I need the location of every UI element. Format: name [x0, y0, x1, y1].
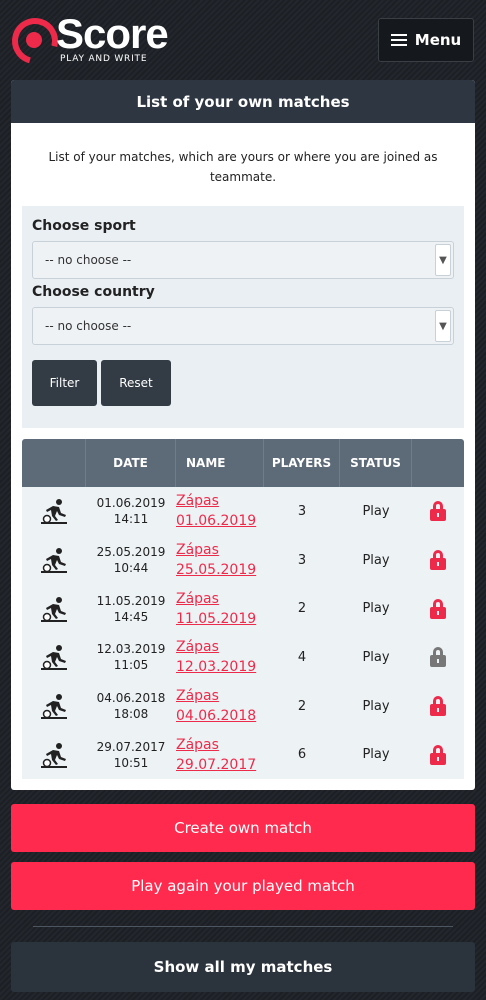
- row-name[interactable]: Zápas 04.06.2018: [176, 686, 264, 726]
- logo-word: Score: [56, 10, 169, 57]
- row-date: 12.03.2019 11:05: [86, 641, 176, 673]
- show-all-button[interactable]: Show all my matches: [11, 942, 475, 992]
- row-status: Play: [362, 649, 390, 665]
- row-date-time: 10:44: [113, 561, 149, 576]
- sport-player-icon: [22, 498, 86, 525]
- row-status: Play: [362, 698, 390, 714]
- card-title: List of your own matches: [11, 80, 475, 123]
- row-date-day: 25.05.2019: [96, 545, 166, 560]
- table-body: 01.06.2019 14:11 Zápas 01.06.2019 3 Play 25.05…: [22, 487, 464, 780]
- table-row[interactable]: 29.07.2017 10:51 Zápas 29.07.2017 6 Play: [22, 730, 464, 779]
- row-date-time: 14:45: [113, 609, 149, 624]
- row-name[interactable]: Zápas 12.03.2019: [176, 637, 264, 677]
- header: Score PLAY AND WRITE Menu: [0, 0, 486, 80]
- row-date-day: 29.07.2017: [96, 739, 166, 754]
- lock-icon[interactable]: [412, 501, 464, 522]
- country-select[interactable]: -- no choose -- ▼: [32, 307, 454, 345]
- table-row[interactable]: 11.05.2019 14:45 Zápas 11.05.2019 2 Play: [22, 584, 464, 633]
- row-name-link[interactable]: Zápas 01.06.2019: [176, 491, 256, 531]
- row-date-day: 11.05.2019: [96, 593, 166, 608]
- lock-icon[interactable]: [412, 696, 464, 717]
- row-name[interactable]: Zápas 29.07.2017: [176, 735, 264, 775]
- lock-icon[interactable]: [412, 647, 464, 668]
- logo[interactable]: Score PLAY AND WRITE: [3, 9, 202, 73]
- lock-icon[interactable]: [412, 598, 464, 619]
- table-header: DATE NAME PLAYERS STATUS: [22, 439, 464, 487]
- row-date: 29.07.2017 10:51: [86, 739, 176, 771]
- row-date: 25.05.2019 10:44: [86, 544, 176, 576]
- menu-button[interactable]: Menu: [378, 18, 474, 62]
- table-row[interactable]: 01.06.2019 14:11 Zápas 01.06.2019 3 Play: [22, 487, 464, 536]
- header-players[interactable]: PLAYERS: [264, 439, 340, 487]
- row-date-day: 04.06.2018: [96, 691, 166, 706]
- chevron-down-icon: ▼: [435, 310, 451, 342]
- country-label: Choose country: [32, 284, 155, 300]
- row-status: Play: [362, 747, 390, 763]
- matches-card: List of your own matches List of your ma…: [11, 80, 475, 790]
- row-name-link[interactable]: Zápas 11.05.2019: [176, 589, 256, 629]
- row-name-link[interactable]: Zápas 04.06.2018: [176, 686, 256, 726]
- row-name-link[interactable]: Zápas 12.03.2019: [176, 637, 256, 677]
- row-players: 2: [297, 601, 307, 617]
- table-row[interactable]: 04.06.2018 18:08 Zápas 04.06.2018 2 Play: [22, 682, 464, 731]
- row-players: 3: [297, 503, 307, 519]
- row-date-time: 10:51: [113, 755, 149, 770]
- row-name[interactable]: Zápas 01.06.2019: [176, 491, 264, 531]
- sport-player-icon: [22, 693, 86, 720]
- row-status: Play: [362, 601, 390, 617]
- sport-select-value: -- no choose --: [45, 253, 132, 267]
- row-name-link[interactable]: Zápas 25.05.2019: [176, 540, 256, 580]
- row-date-day: 12.03.2019: [96, 642, 166, 657]
- row-players: 2: [297, 698, 307, 714]
- sport-select[interactable]: -- no choose -- ▼: [32, 241, 454, 279]
- sport-label: Choose sport: [32, 218, 136, 234]
- row-date-time: 14:11: [113, 512, 149, 527]
- sport-player-icon: [22, 644, 86, 671]
- divider: [33, 926, 453, 927]
- table-row[interactable]: 25.05.2019 10:44 Zápas 25.05.2019 3 Play: [22, 536, 464, 585]
- row-date-day: 01.06.2019: [96, 496, 166, 511]
- row-date: 11.05.2019 14:45: [86, 593, 176, 625]
- logo-dot: [26, 32, 42, 48]
- create-match-button[interactable]: Create own match: [11, 804, 475, 852]
- row-name-link[interactable]: Zápas 29.07.2017: [176, 735, 256, 775]
- lock-icon[interactable]: [412, 550, 464, 571]
- header-icon-col: [22, 439, 86, 487]
- row-players: 3: [297, 552, 307, 568]
- menu-label: Menu: [414, 31, 462, 49]
- row-date-time: 11:05: [113, 658, 149, 673]
- header-lock-col: [412, 439, 464, 487]
- row-date-time: 18:08: [113, 707, 149, 722]
- sport-player-icon: [22, 547, 86, 574]
- hamburger-icon: [390, 34, 407, 46]
- row-name[interactable]: Zápas 25.05.2019: [176, 540, 264, 580]
- row-date: 01.06.2019 14:11: [86, 495, 176, 527]
- row-players: 6: [297, 747, 307, 763]
- row-date: 04.06.2018 18:08: [86, 690, 176, 722]
- header-status[interactable]: STATUS: [340, 439, 412, 487]
- header-date[interactable]: DATE: [86, 439, 176, 487]
- reset-button[interactable]: Reset: [101, 360, 171, 406]
- play-again-button[interactable]: Play again your played match: [11, 862, 475, 910]
- sport-player-icon: [22, 596, 86, 622]
- country-select-value: -- no choose --: [45, 319, 132, 333]
- row-status: Play: [362, 552, 390, 568]
- logo-tagline: PLAY AND WRITE: [60, 54, 148, 64]
- row-status: Play: [362, 503, 390, 519]
- row-name[interactable]: Zápas 11.05.2019: [176, 589, 264, 629]
- lock-icon[interactable]: [412, 744, 464, 765]
- row-players: 4: [297, 649, 307, 665]
- filter-button[interactable]: Filter: [32, 360, 97, 406]
- filter-panel: Choose sport -- no choose -- ▼ Choose co…: [22, 206, 464, 428]
- table-row[interactable]: 12.03.2019 11:05 Zápas 12.03.2019 4 Play: [22, 633, 464, 682]
- header-name[interactable]: NAME: [176, 439, 264, 487]
- intro-text: List of your matches, which are yours or…: [48, 150, 438, 184]
- sport-player-icon: [22, 742, 86, 768]
- chevron-down-icon: ▼: [435, 244, 451, 276]
- matches-table: DATE NAME PLAYERS STATUS 01.06.2019 14:11…: [22, 439, 464, 780]
